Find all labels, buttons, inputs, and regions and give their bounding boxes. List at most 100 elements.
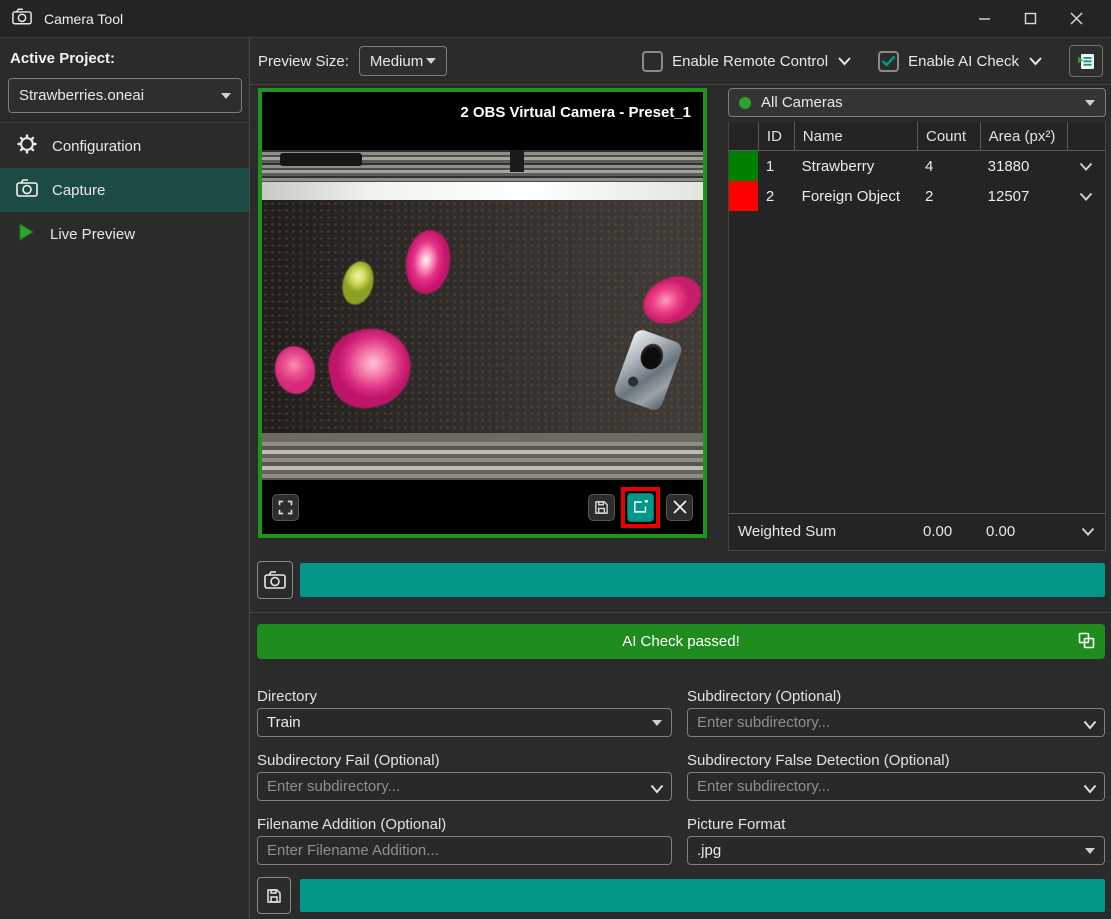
table-row: 1 Strawberry 4 31880	[729, 151, 1105, 181]
area-column-header: Area (px²)	[980, 122, 1067, 150]
detection-table-header: ID Name Count Area (px²)	[729, 122, 1105, 151]
sidebar-item-capture[interactable]: Capture	[0, 168, 249, 212]
subdirectory-false-detection-input[interactable]	[687, 772, 1105, 801]
topbar-options: Enable Remote Control Enable AI Check	[642, 45, 1103, 77]
class-area: 31880	[980, 151, 1068, 181]
report-button[interactable]	[1069, 45, 1103, 77]
class-count: 2	[917, 181, 980, 211]
project-select-value: Strawberries.oneai	[19, 87, 144, 104]
sidebar-item-label: Capture	[52, 182, 105, 199]
picture-format-label: Picture Format	[687, 816, 1105, 833]
class-name: Strawberry	[794, 151, 917, 181]
subdirectory-label: Subdirectory (Optional)	[687, 688, 1105, 705]
name-column-header: Name	[794, 122, 917, 150]
project-select[interactable]: Strawberries.oneai	[8, 78, 242, 113]
detection-table: ID Name Count Area (px²) 1 Strawberry 4 …	[728, 122, 1106, 551]
conveyor-edge-bottom	[262, 433, 703, 442]
camera-status-dot	[739, 97, 751, 109]
class-id: 1	[758, 151, 794, 181]
row-expand-button[interactable]	[1067, 151, 1105, 181]
active-project-label: Active Project:	[10, 50, 115, 67]
main-topbar: Preview Size: Medium Enable Remote Contr…	[250, 38, 1111, 85]
subdirectory-false-detection-label: Subdirectory False Detection (Optional)	[687, 752, 1105, 769]
ai-check-label: Enable AI Check	[908, 53, 1019, 70]
minimize-button[interactable]	[961, 1, 1007, 37]
weighted-sum-area: 0.00	[986, 523, 1015, 540]
camera-filter-select[interactable]: All Cameras	[728, 88, 1106, 117]
main-content: Preview Size: Medium Enable Remote Contr…	[250, 38, 1111, 919]
directory-select[interactable]: Train	[257, 708, 672, 737]
sidebar-item-label: Live Preview	[50, 226, 135, 243]
dropdown-arrow-icon	[1085, 100, 1095, 106]
maximize-button[interactable]	[1007, 1, 1053, 37]
window-controls	[961, 1, 1099, 37]
sidebar-item-label: Configuration	[52, 138, 141, 155]
sidebar-item-configuration[interactable]: Configuration	[0, 124, 249, 168]
ai-check-status-text: AI Check passed!	[622, 633, 740, 650]
weighted-sum-count: 0.00	[923, 523, 952, 540]
capture-progress-fill	[300, 563, 1105, 597]
remote-control-checkbox[interactable]	[642, 51, 663, 72]
count-column-header: Count	[917, 122, 980, 150]
chevron-down-icon[interactable]	[837, 53, 852, 70]
subdirectory-fail-input[interactable]	[257, 772, 672, 801]
annotation-highlight	[621, 487, 660, 528]
sidebar-nav: Configuration Capture Live Preview	[0, 124, 249, 256]
sidebar-item-live-preview[interactable]: Live Preview	[0, 212, 249, 256]
picture-format-value: .jpg	[697, 842, 721, 859]
directory-value: Train	[267, 714, 301, 731]
app-camera-icon	[12, 8, 32, 30]
capture-button[interactable]	[257, 561, 293, 599]
row-expand-button[interactable]	[1067, 181, 1105, 211]
close-preview-button[interactable]	[666, 494, 693, 521]
picture-format-select[interactable]: .jpg	[687, 836, 1105, 865]
dropdown-arrow-icon	[426, 58, 436, 64]
save-progress-fill	[300, 879, 1105, 912]
conveyor-rail-top	[262, 150, 703, 182]
preview-size-label: Preview Size:	[258, 53, 349, 70]
titlebar: Camera Tool	[0, 0, 1111, 38]
expand-column-header	[1067, 122, 1105, 150]
play-icon	[16, 222, 36, 246]
weighted-sum-label: Weighted Sum	[738, 523, 836, 540]
conveyor-edge-highlight	[262, 182, 703, 200]
row-expand-button[interactable]	[1081, 523, 1095, 540]
camera-feed-image	[262, 150, 703, 480]
remote-control-label: Enable Remote Control	[672, 53, 828, 70]
table-row: 2 Foreign Object 2 12507	[729, 181, 1105, 211]
dropdown-arrow-icon	[1085, 848, 1095, 854]
capture-progress-bar	[300, 563, 1105, 597]
gear-icon	[16, 133, 38, 159]
save-progress-bar	[300, 879, 1105, 912]
copy-icon[interactable]	[1078, 632, 1095, 653]
class-count: 4	[917, 151, 980, 181]
class-color-swatch	[729, 151, 758, 181]
sidebar-divider	[0, 122, 249, 123]
subdirectory-fail-label: Subdirectory Fail (Optional)	[257, 752, 672, 769]
chevron-down-icon[interactable]	[1028, 53, 1043, 70]
detection-panel: All Cameras ID Name Count Area (px²) 1 S…	[728, 88, 1106, 117]
ai-check-checkbox[interactable]	[878, 51, 899, 72]
save-button[interactable]	[257, 877, 291, 914]
ai-check-status-button[interactable]: AI Check passed!	[257, 624, 1105, 659]
class-id: 2	[758, 181, 794, 211]
section-divider	[250, 612, 1111, 613]
camera-icon	[16, 179, 38, 201]
class-name: Foreign Object	[794, 181, 917, 211]
subdirectory-input[interactable]	[687, 708, 1105, 737]
preview-title: 2 OBS Virtual Camera - Preset_1	[460, 104, 691, 121]
capture-frame-button[interactable]	[627, 493, 654, 522]
weighted-sum-row: Weighted Sum 0.00 0.00	[729, 513, 1105, 550]
sidebar: Active Project: Strawberries.oneai	[0, 38, 250, 919]
window-title: Camera Tool	[44, 11, 123, 27]
id-column-header: ID	[758, 122, 794, 150]
preview-size-select[interactable]: Medium	[359, 46, 447, 76]
camera-filter-value: All Cameras	[761, 94, 843, 111]
close-button[interactable]	[1053, 1, 1099, 37]
save-frame-button[interactable]	[588, 494, 615, 521]
filename-addition-input[interactable]	[257, 836, 672, 865]
preview-controls	[262, 480, 703, 534]
fit-view-button[interactable]	[272, 494, 299, 521]
preview-size-value: Medium	[370, 53, 423, 70]
directory-label: Directory	[257, 688, 672, 705]
